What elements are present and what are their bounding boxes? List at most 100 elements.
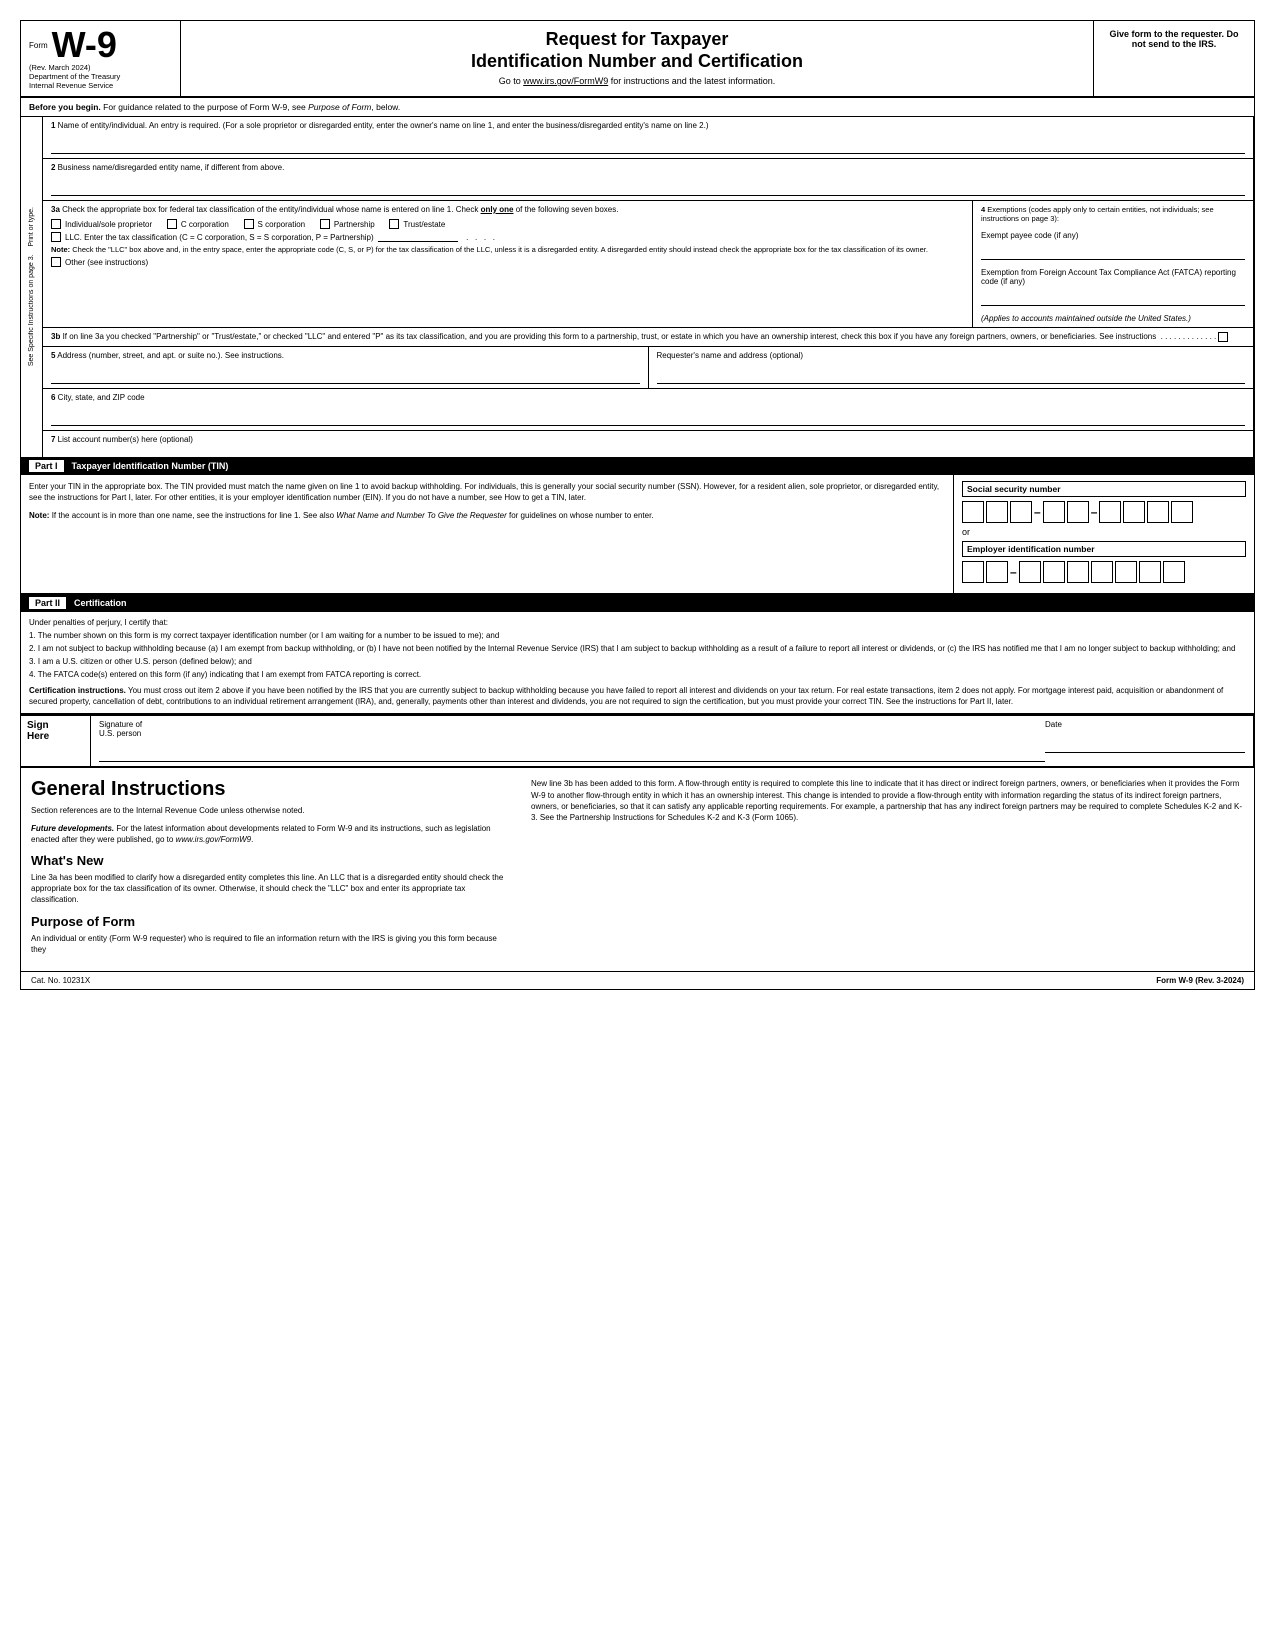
cert-instructions: Certification instructions. You must cro… xyxy=(29,685,1246,707)
purpose-para: An individual or entity (Form W-9 reques… xyxy=(31,933,511,955)
whats-new-para: Line 3a has been modified to clarify how… xyxy=(31,872,511,906)
ssn-boxes: – – xyxy=(962,501,1246,523)
ein-box1[interactable] xyxy=(962,561,984,583)
before-begin-bar: Before you begin. For guidance related t… xyxy=(21,98,1254,117)
ssn-box5[interactable] xyxy=(1067,501,1089,523)
line5-right: Requester's name and address (optional) xyxy=(649,347,1254,388)
line2-row: 2 Business name/disregarded entity name,… xyxy=(43,159,1253,201)
ein-box5[interactable] xyxy=(1067,561,1089,583)
part1-box: Part I xyxy=(29,460,64,472)
before-begin-label: Before you begin. xyxy=(29,102,101,112)
cb-individual-row: Individual/sole proprietor C corporation… xyxy=(51,219,964,229)
cb-other[interactable] xyxy=(51,257,61,267)
ein-box8[interactable] xyxy=(1139,561,1161,583)
fatca-label: Exemption from Foreign Account Tax Compl… xyxy=(981,268,1245,286)
sig-label: Signature of xyxy=(99,720,1045,729)
ein-box6[interactable] xyxy=(1091,561,1113,583)
cb-3b[interactable] xyxy=(1218,332,1228,342)
ein-box3[interactable] xyxy=(1019,561,1041,583)
cb-partnership[interactable] xyxy=(320,219,330,229)
cb-ccorp-label: C corporation xyxy=(181,220,229,229)
gen-left-col: General Instructions Section references … xyxy=(31,778,511,961)
sign-area: Signature of U.S. person Date xyxy=(91,716,1254,766)
line3a-left: 3a Check the appropriate box for federal… xyxy=(43,201,973,327)
header-subtitle: Go to www.irs.gov/FormW9 for instruction… xyxy=(201,76,1073,86)
purpose-title: Purpose of Form xyxy=(31,914,511,929)
whats-new-title: What's New xyxy=(31,853,511,868)
tin-note: Note: If the account is in more than one… xyxy=(29,511,945,520)
gen-right-col: New line 3b has been added to this form.… xyxy=(531,778,1244,961)
cb-llc-row: LLC. Enter the tax classification (C = C… xyxy=(51,232,964,242)
cb-ccorp[interactable] xyxy=(167,219,177,229)
line3a-container: 3a Check the appropriate box for federal… xyxy=(43,201,1253,328)
line2-input[interactable] xyxy=(51,176,1245,196)
part2-title: Certification xyxy=(74,598,127,608)
line5-label: 5 Address (number, street, and apt. or s… xyxy=(51,351,640,360)
cb-scorp[interactable] xyxy=(244,219,254,229)
form-header: Form W-9 (Rev. March 2024) Department of… xyxy=(21,21,1254,98)
line1-row: 1 Name of entity/individual. An entry is… xyxy=(43,117,1253,159)
ssn-box2[interactable] xyxy=(986,501,1008,523)
ssn-dash2: – xyxy=(1091,505,1098,519)
fatca-input[interactable] xyxy=(981,288,1245,306)
ein-box7[interactable] xyxy=(1115,561,1137,583)
line5-left: 5 Address (number, street, and apt. or s… xyxy=(43,347,649,388)
date-line[interactable] xyxy=(1045,733,1245,753)
gen-para1: Section references are to the Internal R… xyxy=(31,805,511,816)
ein-box4[interactable] xyxy=(1043,561,1065,583)
part1-title: Taxpayer Identification Number (TIN) xyxy=(72,461,229,471)
gen-future: Future developments. For the latest info… xyxy=(31,823,511,845)
signature-line[interactable] xyxy=(99,742,1045,762)
ssn-box4[interactable] xyxy=(1043,501,1065,523)
page-footer: Cat. No. 10231X Form W-9 (Rev. 3-2024) xyxy=(21,971,1254,989)
ssn-label: Social security number xyxy=(962,481,1246,497)
exempt-payee-input[interactable] xyxy=(981,242,1245,260)
cb-individual[interactable] xyxy=(51,219,61,229)
cert-item2: 2. I am not subject to backup withholdin… xyxy=(29,644,1246,653)
part1-header: Part I Taxpayer Identification Number (T… xyxy=(21,457,1254,475)
line7-row: 7 List account number(s) here (optional) xyxy=(43,431,1253,457)
cb-other-label: Other (see instructions) xyxy=(65,258,148,267)
line5-row: 5 Address (number, street, and apt. or s… xyxy=(43,347,1253,389)
requester-label: Requester's name and address (optional) xyxy=(657,351,1246,360)
form-fields-area: 1 Name of entity/individual. An entry is… xyxy=(43,117,1254,457)
ssn-dash1: – xyxy=(1034,505,1041,519)
line1-input[interactable] xyxy=(51,134,1245,154)
ssn-box9[interactable] xyxy=(1171,501,1193,523)
ssn-box7[interactable] xyxy=(1123,501,1145,523)
requester-input[interactable] xyxy=(657,364,1246,384)
line5-input[interactable] xyxy=(51,364,640,384)
tin-instructions: Enter your TIN in the appropriate box. T… xyxy=(21,475,954,593)
cert-instr-text: You must cross out item 2 above if you h… xyxy=(29,686,1223,706)
date-label: Date xyxy=(1045,720,1245,729)
ssn-box8[interactable] xyxy=(1147,501,1169,523)
exemptions-title: 4 Exemptions (codes apply only to certai… xyxy=(981,205,1245,223)
ssn-box6[interactable] xyxy=(1099,501,1121,523)
cb-individual-label: Individual/sole proprietor xyxy=(65,220,152,229)
line6-label: 6 City, state, and ZIP code xyxy=(51,393,1245,402)
part2-box: Part II xyxy=(29,597,66,609)
line3b-row: 3b If on line 3a you checked "Partnershi… xyxy=(43,328,1253,347)
form-title-section: Request for Taxpayer Identification Numb… xyxy=(181,21,1094,96)
ssn-box1[interactable] xyxy=(962,501,984,523)
ein-box2[interactable] xyxy=(986,561,1008,583)
ssn-box3[interactable] xyxy=(1010,501,1032,523)
tin-section: Enter your TIN in the appropriate box. T… xyxy=(21,475,1254,594)
ein-label: Employer identification number xyxy=(962,541,1246,557)
general-instructions-section: General Instructions Section references … xyxy=(21,767,1254,971)
cert-intro: Under penalties of perjury, I certify th… xyxy=(29,618,1246,627)
tin-boxes: Social security number – – or Employer i… xyxy=(954,475,1254,593)
tin-desc: Enter your TIN in the appropriate box. T… xyxy=(29,481,945,503)
certification-section: Under penalties of perjury, I certify th… xyxy=(21,612,1254,714)
form-id-section: Form W-9 (Rev. March 2024) Department of… xyxy=(21,21,181,96)
ein-boxes: – xyxy=(962,561,1246,583)
cert-item3: 3. I am a U.S. citizen or other U.S. per… xyxy=(29,657,1246,666)
cb-trust-label: Trust/estate xyxy=(403,220,445,229)
cb-llc[interactable] xyxy=(51,232,61,242)
ein-box9[interactable] xyxy=(1163,561,1185,583)
line6-input[interactable] xyxy=(51,406,1245,426)
cert-instr-title: Certification instructions. xyxy=(29,686,126,695)
form-label: Form xyxy=(29,41,48,50)
cb-trust[interactable] xyxy=(389,219,399,229)
right-col-para: New line 3b has been added to this form.… xyxy=(531,778,1244,823)
